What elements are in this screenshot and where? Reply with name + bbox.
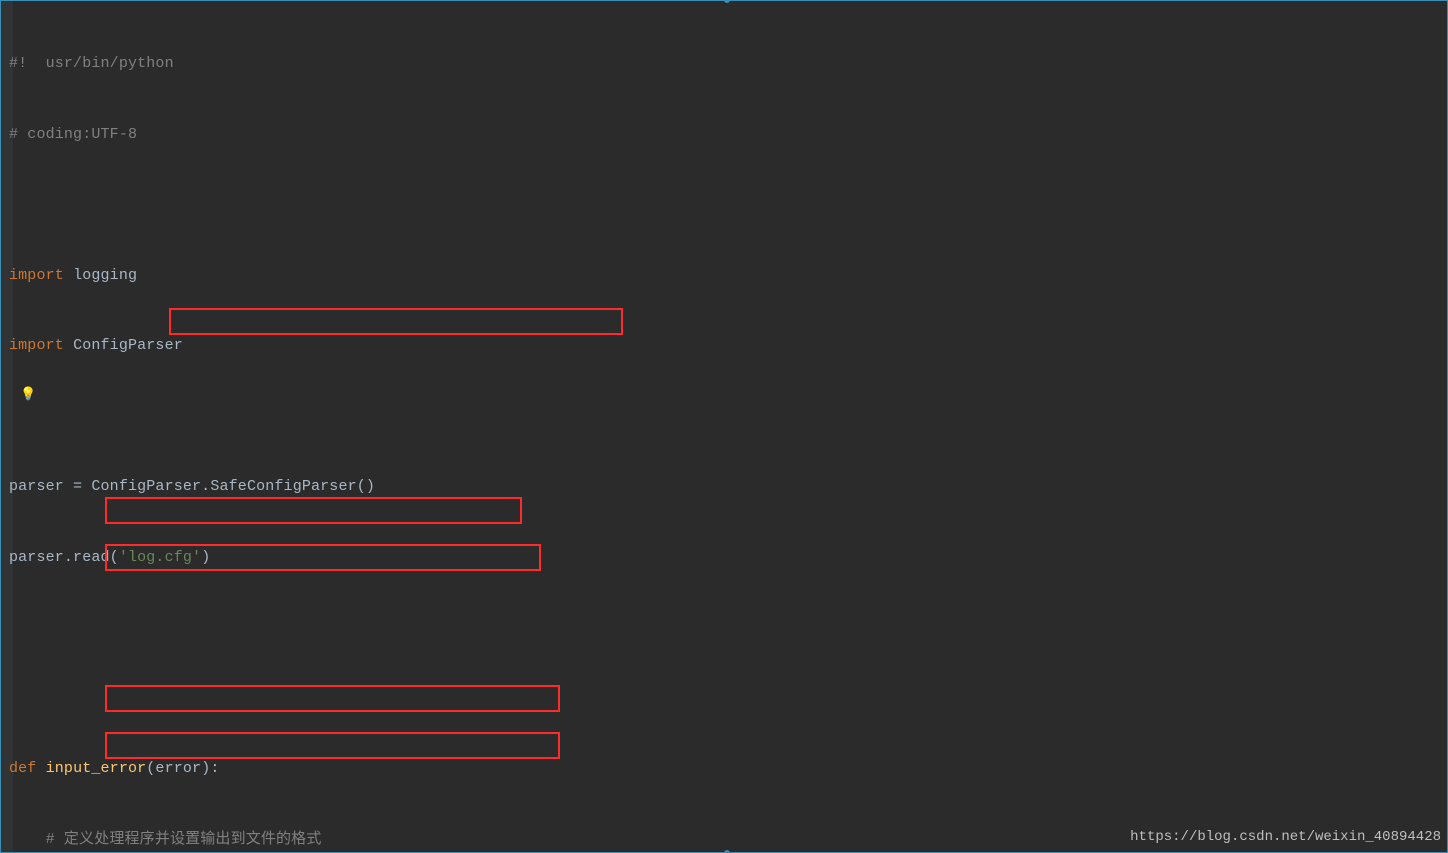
keyword: import: [9, 267, 64, 284]
code-text: ): [201, 549, 210, 566]
code-line: [9, 405, 1018, 429]
comment: # 定义处理程序并设置输出到文件的格式: [46, 831, 322, 848]
code-text: parser = ConfigParser.SafeConfigParser(): [9, 478, 375, 495]
code-line: parser.read('log.cfg'): [9, 546, 1018, 570]
code-line: # 定义处理程序并设置输出到文件的格式: [9, 828, 1018, 852]
code-line: import ConfigParser: [9, 334, 1018, 358]
code-text: (error):: [146, 760, 219, 777]
code-line: [9, 687, 1018, 711]
code-line: parser = ConfigParser.SafeConfigParser(): [9, 475, 1018, 499]
string: 'log.cfg': [119, 549, 201, 566]
watermark: https://blog.csdn.net/weixin_40894428: [1130, 826, 1441, 850]
code-line: def input_error(error):: [9, 757, 1018, 781]
code-text: parser.read(: [9, 549, 119, 566]
keyword: import: [9, 337, 64, 354]
keyword: def: [9, 760, 46, 777]
comment: #! usr/bin/python: [9, 55, 174, 72]
comment: # coding:UTF-8: [9, 126, 137, 143]
identifier: ConfigParser: [64, 337, 183, 354]
code-line: # coding:UTF-8: [9, 123, 1018, 147]
function-name: input_error: [46, 760, 147, 777]
code-line: import logging: [9, 264, 1018, 288]
identifier: logging: [64, 267, 137, 284]
code-editor[interactable]: #! usr/bin/python # coding:UTF-8 import …: [9, 5, 1018, 853]
code-line: #! usr/bin/python: [9, 52, 1018, 76]
code-line: [9, 193, 1018, 217]
indent: [9, 831, 46, 848]
selection-handle-top: [724, 0, 730, 3]
code-line: [9, 616, 1018, 640]
editor-frame: 💡 #! usr/bin/python # coding:UTF-8 impor…: [0, 0, 1448, 853]
